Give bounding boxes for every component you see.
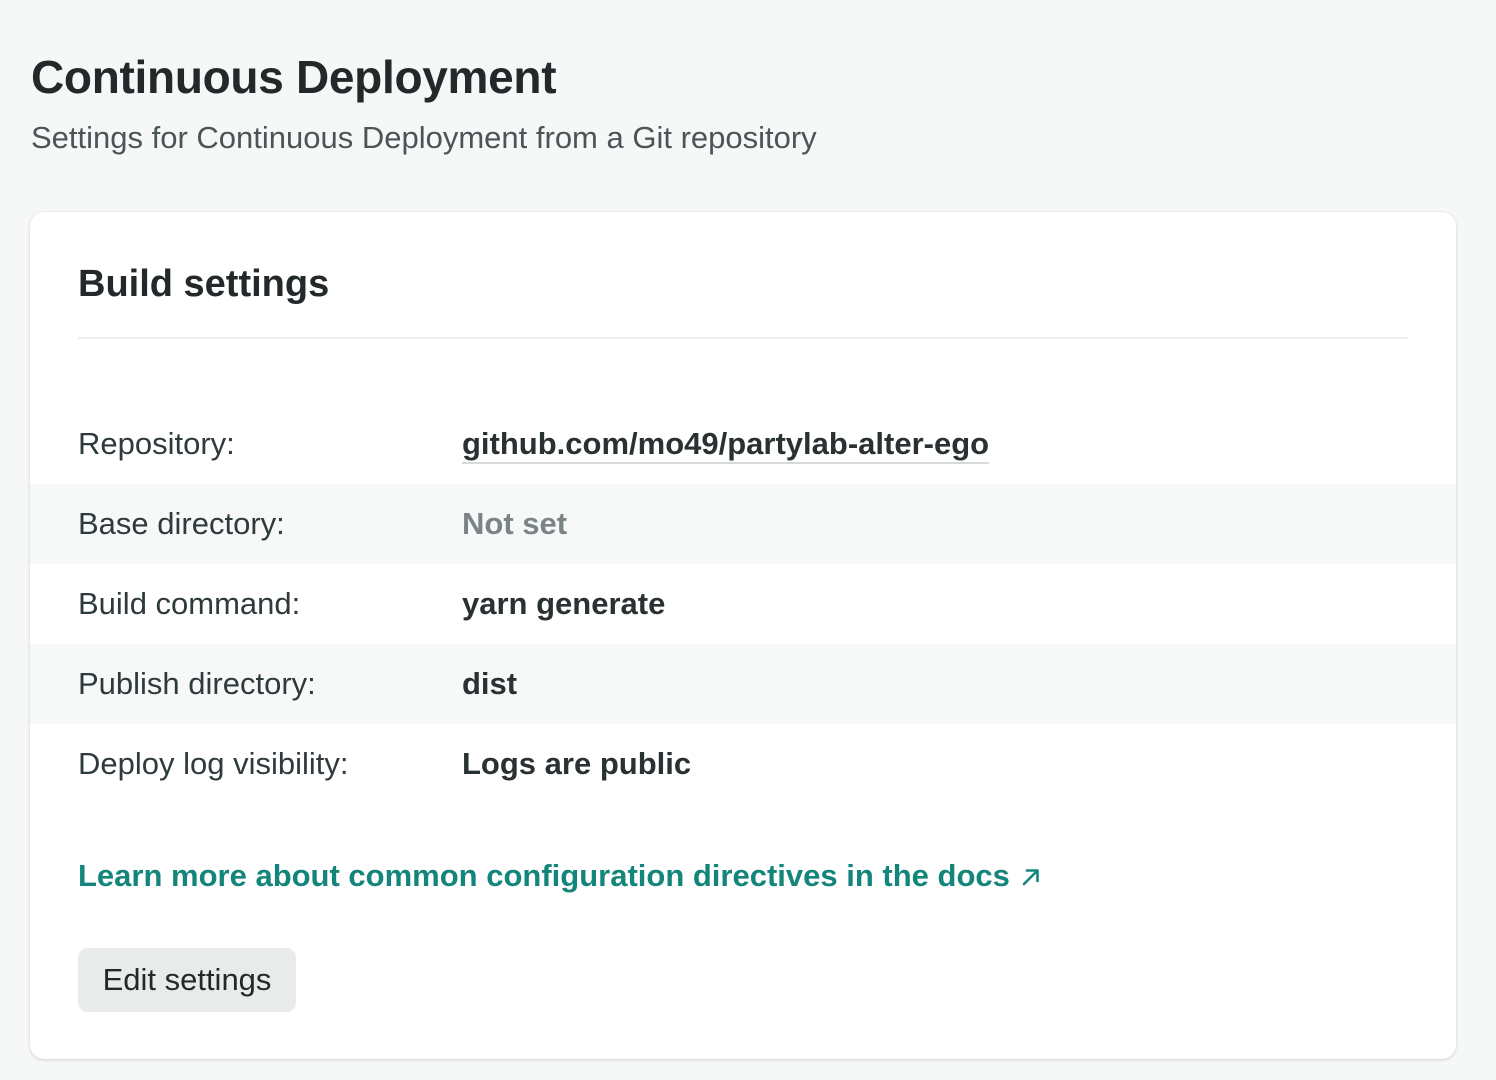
publish-directory-label: Publish directory: bbox=[78, 666, 316, 701]
page-title: Continuous Deployment bbox=[31, 51, 557, 103]
page-header: Continuous Deployment Settings for Conti… bbox=[31, 48, 1456, 158]
deploy-log-visibility-label: Deploy log visibility: bbox=[78, 746, 349, 781]
card-divider bbox=[78, 337, 1408, 339]
settings-list: Repository: github.com/mo49/partylab-alt… bbox=[30, 404, 1456, 804]
docs-link-label: Learn more about common configuration di… bbox=[78, 858, 1010, 893]
settings-row-repository: Repository: github.com/mo49/partylab-alt… bbox=[30, 404, 1456, 484]
settings-row-deploy-log-visibility: Deploy log visibility: Logs are public bbox=[30, 724, 1456, 804]
build-settings-card: Build settings Repository: github.com/mo… bbox=[30, 212, 1456, 1059]
publish-directory-value: dist bbox=[462, 666, 518, 701]
docs-link[interactable]: Learn more about common configuration di… bbox=[78, 856, 1042, 896]
base-directory-label: Base directory: bbox=[78, 506, 285, 541]
page-subtitle: Settings for Continuous Deployment from … bbox=[31, 120, 817, 155]
card-title: Build settings bbox=[78, 263, 330, 305]
build-command-label: Build command: bbox=[78, 586, 301, 621]
repository-link[interactable]: github.com/mo49/partylab-alter-ego bbox=[462, 426, 990, 464]
settings-row-publish-directory: Publish directory: dist bbox=[30, 644, 1456, 724]
settings-row-base-directory: Base directory: Not set bbox=[30, 484, 1456, 564]
edit-settings-button[interactable]: Edit settings bbox=[78, 948, 296, 1012]
external-arrow-icon bbox=[1022, 869, 1039, 886]
settings-row-build-command: Build command: yarn generate bbox=[30, 564, 1456, 644]
repository-label: Repository: bbox=[78, 426, 235, 461]
build-command-value: yarn generate bbox=[462, 586, 666, 621]
base-directory-value: Not set bbox=[462, 506, 568, 541]
deploy-log-visibility-value: Logs are public bbox=[462, 746, 692, 781]
